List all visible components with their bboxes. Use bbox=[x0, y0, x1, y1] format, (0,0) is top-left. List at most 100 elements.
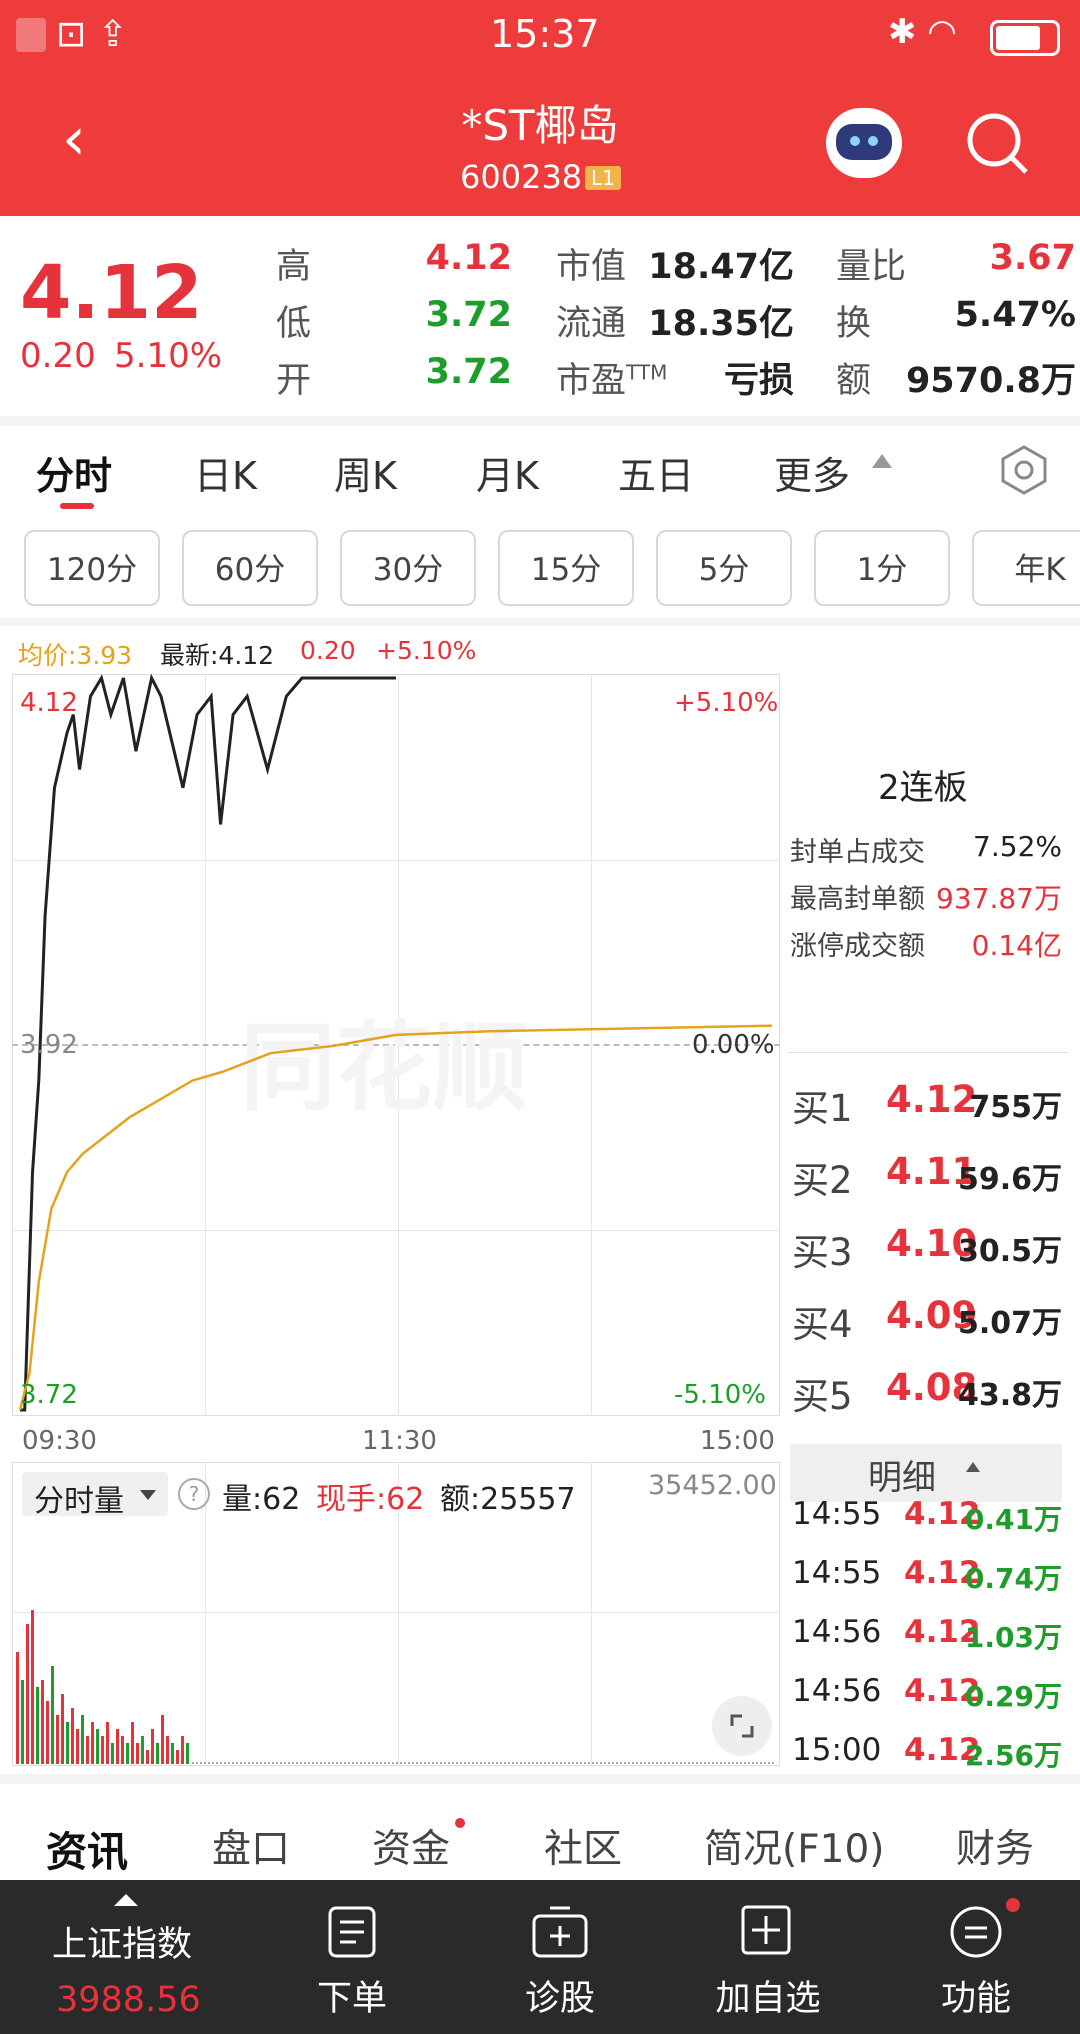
notification-dot bbox=[1006, 1898, 1020, 1912]
search-icon[interactable] bbox=[964, 110, 1032, 178]
bid-level-label: 买2 bbox=[792, 1159, 853, 1202]
current-price: 4.12 bbox=[20, 250, 203, 336]
quote-value: 亏损 bbox=[723, 361, 794, 401]
volume-bar bbox=[81, 1715, 84, 1764]
price-change-pct: 5.10% bbox=[114, 336, 223, 376]
x-tick-close: 15:00 bbox=[700, 1426, 775, 1456]
period-chip[interactable]: 120分 bbox=[24, 530, 160, 606]
period-chip[interactable]: 年K bbox=[972, 530, 1080, 606]
battery-icon bbox=[990, 20, 1060, 56]
y-label-bottom: 3.72 bbox=[20, 1380, 78, 1410]
fullscreen-icon[interactable] bbox=[712, 1696, 772, 1756]
bid-level-label: 买5 bbox=[792, 1375, 853, 1418]
trade-time: 14:55 bbox=[792, 1496, 882, 1532]
price-change: 0.20 bbox=[20, 336, 96, 376]
settings-hex-icon[interactable] bbox=[998, 444, 1050, 496]
app-header: ⊡ ⇪ 15:37 ✱ ◠ ‹ *ST椰岛 600238 L1 bbox=[0, 0, 1080, 216]
volume-bar bbox=[121, 1736, 124, 1764]
volume-bar bbox=[76, 1729, 79, 1764]
divider bbox=[0, 618, 1080, 626]
nav-item-1[interactable]: 诊股 bbox=[470, 1970, 650, 2021]
trade-time: 14:55 bbox=[792, 1555, 882, 1591]
divider bbox=[0, 416, 1080, 426]
nav-item-2[interactable]: 加自选 bbox=[678, 1970, 858, 2021]
function-menu-icon bbox=[950, 1906, 1002, 1958]
quote-value: 3.72 bbox=[425, 295, 512, 335]
info-tab-2[interactable]: 资金 bbox=[372, 1818, 450, 1874]
quote-value: 3.67 bbox=[989, 238, 1076, 278]
volume-bar bbox=[111, 1743, 114, 1764]
volume-bar bbox=[61, 1694, 64, 1764]
active-tab-indicator bbox=[60, 503, 94, 509]
board-label: 2连板 bbox=[878, 768, 968, 808]
volume-bar bbox=[91, 1722, 94, 1764]
bid-level-label: 买3 bbox=[792, 1231, 853, 1274]
stat-label: 最高封单额 bbox=[790, 884, 925, 915]
quote-value: 4.12 bbox=[425, 238, 512, 278]
volume-bar bbox=[96, 1729, 99, 1764]
info-tab-0[interactable]: 资讯 bbox=[46, 1818, 128, 1878]
volume-bar bbox=[136, 1743, 139, 1764]
bid-level-label: 买1 bbox=[792, 1087, 853, 1130]
stat-label: 封单占成交 bbox=[790, 837, 925, 868]
detail-toggle[interactable]: 明细 bbox=[790, 1444, 1062, 1502]
stat-value: 0.14亿 bbox=[971, 929, 1062, 962]
tab-5[interactable]: 更多 bbox=[774, 445, 850, 500]
avg-price-label: 均价:3.93 bbox=[18, 641, 133, 670]
trade-volume: 1.03万 bbox=[964, 1621, 1062, 1654]
quote-label: 开 bbox=[276, 361, 312, 401]
bluetooth-wifi-icon: ✱ ◠ bbox=[888, 12, 957, 52]
quote-label: 市盈TTM bbox=[556, 360, 668, 401]
volume-bar bbox=[186, 1743, 189, 1764]
quote-label: 市值 bbox=[556, 247, 627, 287]
stock-name: *ST椰岛 bbox=[461, 101, 619, 150]
add-watchlist-icon bbox=[741, 1905, 791, 1955]
robot-assistant-icon[interactable] bbox=[826, 108, 902, 178]
index-name[interactable]: 上证指数 bbox=[52, 1916, 192, 1967]
volume-bar bbox=[176, 1750, 179, 1764]
caret-up-icon bbox=[872, 454, 892, 468]
volume-bar bbox=[146, 1750, 149, 1764]
volume-bar bbox=[26, 1624, 29, 1764]
nav-item-3[interactable]: 功能 bbox=[886, 1970, 1066, 2021]
latest-change-label: 0.20 bbox=[300, 636, 356, 665]
index-value: 3988.56 bbox=[56, 1980, 201, 2020]
volume-bar bbox=[156, 1743, 159, 1764]
volume-bar bbox=[171, 1743, 174, 1764]
notification-dot bbox=[455, 1818, 465, 1828]
latest-price-label: 最新:4.12 bbox=[160, 641, 275, 670]
period-chip[interactable]: 60分 bbox=[182, 530, 318, 606]
volume-bar bbox=[101, 1736, 104, 1764]
notification-icon bbox=[16, 18, 46, 52]
tab-0[interactable]: 分时 bbox=[36, 445, 112, 500]
bid-quantity: 43.8万 bbox=[957, 1378, 1062, 1413]
trade-time: 15:00 bbox=[792, 1732, 882, 1768]
diagnose-icon bbox=[532, 1906, 588, 1958]
x-tick-open: 09:30 bbox=[22, 1426, 97, 1456]
avg-price-series-line bbox=[18, 1024, 773, 1411]
info-tab-3[interactable]: 社区 bbox=[544, 1818, 622, 1874]
detail-label: 明细 bbox=[868, 1458, 936, 1498]
tab-3[interactable]: 月K bbox=[476, 445, 539, 500]
volume-bar bbox=[16, 1652, 19, 1764]
tab-1[interactable]: 日K bbox=[194, 445, 257, 500]
y-pct-top: +5.10% bbox=[674, 688, 779, 718]
quote-value: 3.72 bbox=[425, 352, 512, 392]
period-chip[interactable]: 5分 bbox=[656, 530, 792, 606]
info-tab-4[interactable]: 简况(F10) bbox=[704, 1818, 885, 1874]
x-tick-midday: 11:30 bbox=[362, 1426, 437, 1456]
period-chip[interactable]: 30分 bbox=[340, 530, 476, 606]
volume-bar bbox=[161, 1715, 164, 1764]
trade-time: 14:56 bbox=[792, 1614, 882, 1650]
volume-bar bbox=[126, 1743, 129, 1764]
info-tab-5[interactable]: 财务 bbox=[956, 1818, 1034, 1874]
tab-2[interactable]: 周K bbox=[334, 445, 397, 500]
stat-value: 7.52% bbox=[973, 830, 1062, 863]
stock-code: 600238 bbox=[460, 158, 583, 196]
trade-time: 14:56 bbox=[792, 1673, 882, 1709]
nav-item-0[interactable]: 下单 bbox=[262, 1970, 442, 2021]
period-chip[interactable]: 15分 bbox=[498, 530, 634, 606]
info-tab-1[interactable]: 盘口 bbox=[212, 1818, 290, 1874]
tab-4[interactable]: 五日 bbox=[618, 445, 694, 500]
period-chip[interactable]: 1分 bbox=[814, 530, 950, 606]
